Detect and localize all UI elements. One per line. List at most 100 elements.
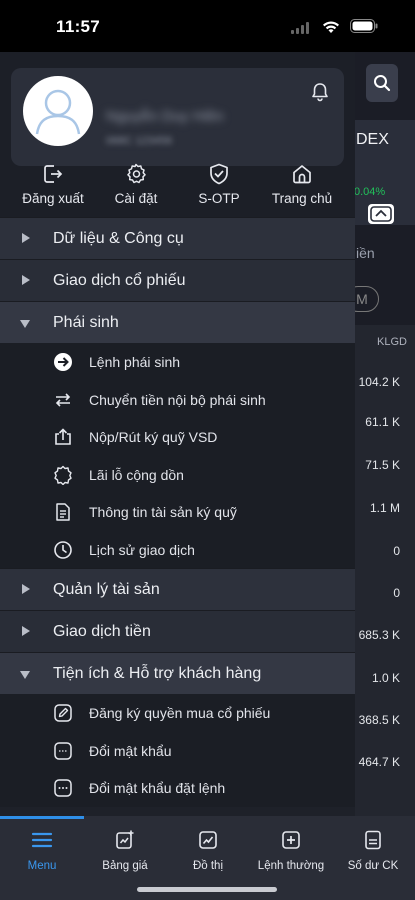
shield-check-icon [210,163,228,185]
tab-label: Lệnh thường [257,860,325,872]
section-derivatives[interactable]: Phái sinh [0,301,355,343]
tab-securities-balance[interactable]: Số dư CK [331,828,415,872]
home-icon [293,165,311,184]
badge-icon [54,465,72,485]
menu-item-internal-transfer[interactable]: Chuyển tiền nội bộ phái sinh [0,381,355,419]
menu-item-cumulative-pnl[interactable]: Lãi lỗ cộng dồn [0,456,355,494]
menu-item-label: Đổi mật khẩu [89,742,172,759]
bell-icon[interactable] [309,81,331,103]
menu-item-margin-deposit[interactable]: Nộp/Rút ký quỹ VSD [0,418,355,456]
logout-button[interactable]: Đăng xuất [13,162,93,206]
clock-icon [54,540,72,559]
section-title: Dữ liệu & Công cụ [53,230,184,247]
tab-label: Bảng giá [102,860,148,872]
menu-item-label: Lệnh phái sinh [89,354,181,370]
menu-item-margin-asset-info[interactable]: Thông tin tài sản ký quỹ [0,493,355,531]
password-icon [54,741,72,760]
menu-item-label: Lịch sử giao dịch [89,541,195,558]
battery-icon [350,19,378,33]
password-dots-icon [54,779,72,797]
menu-item-label: Đổi mật khẩu đặt lệnh [89,780,226,796]
menu-icon [31,832,53,848]
tab-label: Số dư CK [347,860,399,872]
search-icon [374,75,391,92]
tab-price-board[interactable]: Bảng giá [83,828,167,872]
gear-icon [127,163,146,184]
home-indicator [137,887,277,892]
menu-item-label: Nộp/Rút ký quỹ VSD [89,429,218,445]
menu-item-label: Đăng ký quyền mua cổ phiếu [89,705,271,721]
price-board-icon [116,830,134,849]
active-tab-indicator [0,816,84,819]
index-label: DEX [356,131,389,148]
background-tab-fragment: iền [356,245,375,261]
menu-item-change-password[interactable]: Đổi mật khẩu [0,732,355,770]
collapse-button[interactable] [368,204,394,224]
section-utilities-support[interactable]: Tiện ích & Hỗ trợ khách hàng [0,652,355,694]
section-title: Phái sinh [53,314,119,331]
account-number: 068C 123456 [106,135,173,147]
section-data-tools[interactable]: Dữ liệu & Công cụ [0,217,355,259]
profile-card[interactable]: Nguyễn Duy Hiền 068C 123456 [11,68,344,166]
tab-label: Đồ thị [192,860,224,872]
menu-item-derivative-order[interactable]: Lệnh phái sinh [0,343,355,381]
transfer-arrows-icon [55,392,71,407]
section-title: Giao dịch tiền [53,623,151,640]
arrow-circle-right-icon [54,353,72,371]
home-label: Trang chủ [271,191,333,206]
chart-icon [199,831,217,849]
menu-item-stock-rights[interactable]: Đăng ký quyền mua cổ phiếu [0,694,355,732]
tab-chart[interactable]: Đồ thị [166,828,250,872]
tab-normal-order[interactable]: Lệnh thường [249,828,333,872]
menu-item-transaction-history[interactable]: Lịch sử giao dịch [0,531,355,569]
chevron-up-icon [370,206,392,222]
tab-menu[interactable]: Menu [0,828,84,872]
chevron-down-icon [20,671,30,679]
section-title: Quản lý tài sản [53,581,160,598]
edit-icon [54,704,72,722]
chevron-right-icon [22,626,30,636]
home-button[interactable]: Trang chủ [262,162,342,206]
chevron-right-icon [22,233,30,243]
section-title: Tiện ích & Hỗ trợ khách hàng [53,665,262,682]
index-change: 0.04% [354,186,386,198]
drawer-menu: Dữ liệu & Công cụ Giao dịch cổ phiếu Phá… [0,217,355,807]
chevron-right-icon [22,275,30,285]
background-table [355,325,415,816]
cellular-signal-icon [291,22,309,34]
balance-icon [365,830,381,850]
side-drawer: Nguyễn Duy Hiền 068C 123456 Đăng xuất Cà… [0,52,355,816]
sotp-label: S-OTP [198,191,240,206]
user-silhouette-icon [25,78,91,144]
section-asset-management[interactable]: Quản lý tài sản [0,568,355,610]
logout-icon [44,165,63,183]
user-name: Nguyễn Duy Hiền [106,108,224,125]
avatar[interactable] [23,76,93,146]
status-bar: 11:57 [0,0,415,52]
chevron-down-icon [20,320,30,328]
menu-item-label: Chuyển tiền nội bộ phái sinh [89,391,266,408]
menu-item-label: Thông tin tài sản ký quỹ [89,504,237,520]
derivatives-submenu: Lệnh phái sinh Chuyển tiền nội bộ phái s… [0,343,355,568]
column-header-klgd: KLGD [377,336,407,348]
wifi-icon [323,21,339,33]
background-search-button[interactable] [366,64,398,102]
settings-label: Cài đặt [114,191,158,206]
sotp-button[interactable]: S-OTP [179,162,259,206]
quick-actions: Đăng xuất Cài đặt S-OTP Trang chủ [0,162,355,217]
profile-area: Nguyễn Duy Hiền 068C 123456 Đăng xuất Cà… [0,52,355,217]
settings-button[interactable]: Cài đặt [96,162,176,206]
logout-label: Đăng xuất [22,191,84,206]
section-stock-trading[interactable]: Giao dịch cổ phiếu [0,259,355,301]
chevron-right-icon [22,584,30,594]
section-cash-transactions[interactable]: Giao dịch tiền [0,610,355,652]
section-title: Giao dịch cổ phiếu [53,272,186,289]
tab-label: Menu [27,860,57,872]
document-icon [56,503,70,521]
upload-box-icon [55,428,71,445]
utilities-submenu: Đăng ký quyền mua cổ phiếu Đổi mật khẩu … [0,694,355,807]
status-time: 11:57 [56,17,101,36]
menu-item-label: Lãi lỗ cộng dồn [89,466,184,483]
plus-box-icon [282,831,300,849]
menu-item-change-trading-password[interactable]: Đổi mật khẩu đặt lệnh [0,769,355,807]
